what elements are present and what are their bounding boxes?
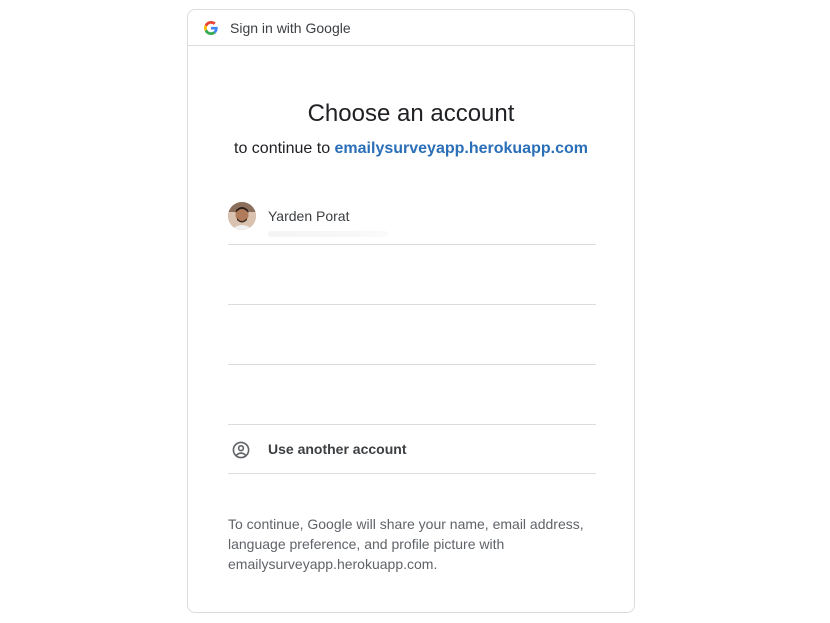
header-title: Sign in with Google [230, 19, 351, 36]
account-item[interactable]: Yarden Porat [228, 185, 596, 245]
sign-in-card: Sign in with Google Choose an account to… [187, 9, 635, 613]
account-item-hidden[interactable] [228, 245, 596, 305]
app-domain-link[interactable]: emailysurveyapp.herokuapp.com [335, 140, 588, 157]
account-item-hidden[interactable] [228, 365, 596, 425]
card-header: Sign in with Google [188, 10, 634, 46]
google-g-icon [204, 20, 218, 35]
account-circle-icon [232, 441, 250, 459]
use-another-account-label: Use another account [268, 441, 407, 457]
privacy-notice: To continue, Google will share your name… [228, 516, 584, 572]
page-title: Choose an account [307, 100, 515, 127]
page-subtitle: to continue to emailysurveyapp.herokuapp… [188, 139, 634, 159]
account-email-redacted [268, 231, 388, 237]
use-another-account-button[interactable]: Use another account [228, 425, 596, 474]
account-name: Yarden Porat [268, 208, 350, 224]
user-avatar [228, 202, 256, 230]
subtitle-prefix: to continue to [234, 140, 335, 157]
account-list: Yarden Porat Use another account [228, 185, 596, 474]
account-item-hidden[interactable] [228, 305, 596, 365]
